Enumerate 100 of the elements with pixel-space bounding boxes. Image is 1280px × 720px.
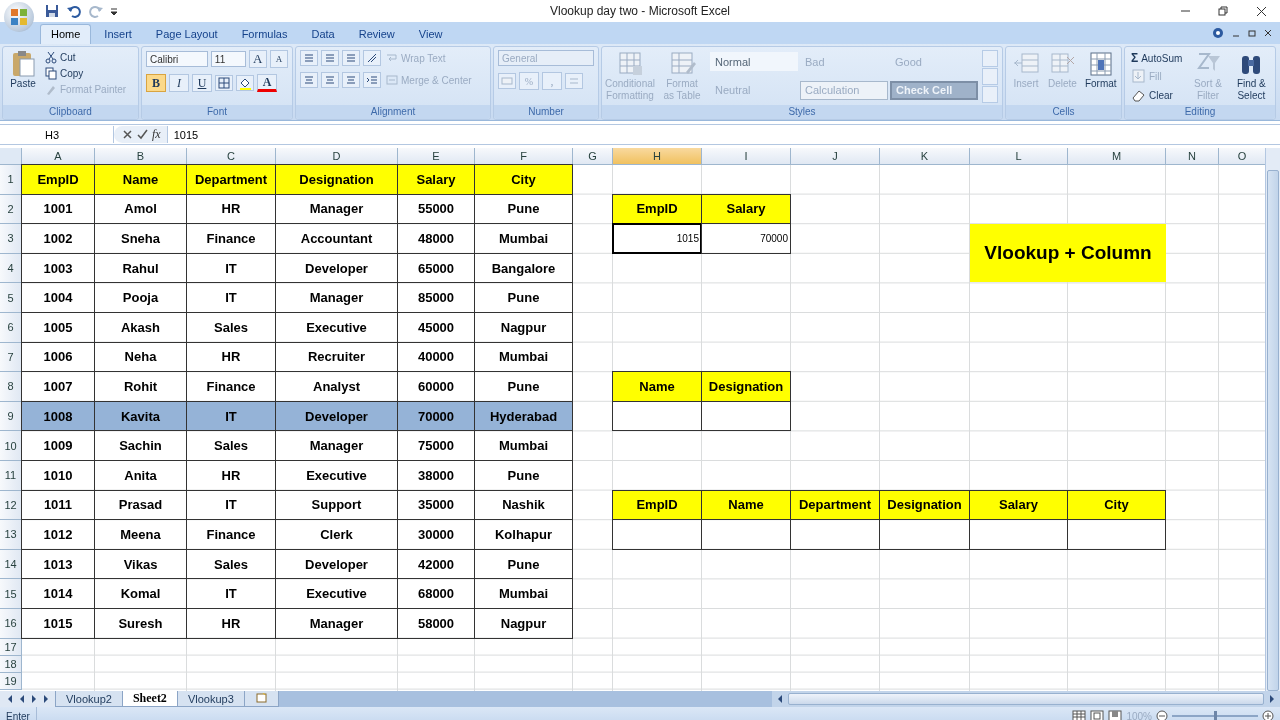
column-header[interactable]: H [613, 148, 702, 165]
table-cell[interactable]: Kavita [94, 400, 187, 432]
input-cell[interactable] [1067, 519, 1166, 550]
row-header[interactable]: 12 [0, 490, 22, 521]
grow-font-button[interactable]: A [248, 50, 267, 68]
table-cell[interactable]: Developer [275, 400, 398, 432]
formula-field[interactable]: 1015 [167, 128, 1280, 141]
row-header[interactable]: 6 [0, 312, 22, 343]
align-lines-icon [345, 74, 357, 86]
ribbon-tab[interactable]: Data [300, 24, 346, 44]
zoom-slider[interactable] [1172, 711, 1258, 720]
insert-function-button[interactable]: fx [152, 127, 161, 142]
column-header[interactable]: K [880, 148, 970, 165]
table-cell[interactable]: Nagpur [474, 607, 573, 639]
column-header[interactable]: J [791, 148, 880, 165]
paste-button[interactable]: Paste [7, 50, 39, 105]
name-box[interactable]: H3 [0, 126, 114, 143]
copy-button[interactable]: Copy [43, 66, 129, 81]
row-header[interactable]: 14 [0, 549, 22, 580]
column-header[interactable]: M [1068, 148, 1166, 165]
right-arrow-icon[interactable] [1268, 694, 1276, 704]
gallery-scroll[interactable] [982, 50, 998, 105]
header-cell[interactable]: Designation [701, 371, 791, 402]
font-size-field[interactable]: 11 [210, 51, 246, 67]
table-cell[interactable]: 1008 [21, 400, 95, 432]
sheet-tab[interactable]: Vlookup3 [176, 691, 245, 707]
column-header[interactable]: N [1166, 148, 1219, 165]
row-header[interactable]: 5 [0, 283, 22, 313]
row-header[interactable]: 7 [0, 342, 22, 373]
input-cell[interactable] [612, 400, 702, 432]
vertical-scrollbar[interactable] [1265, 148, 1280, 691]
ribbon-tab[interactable]: Insert [93, 24, 143, 44]
slider-thumb[interactable] [1214, 711, 1217, 720]
ribbon-tab[interactable]: Review [347, 24, 406, 44]
ribbon-tab[interactable]: Page Layout [144, 24, 229, 44]
row-header[interactable]: 11 [0, 460, 22, 491]
ribbon-tab[interactable]: Home [40, 24, 92, 44]
cut-button[interactable]: Cut [43, 50, 129, 65]
header-cell[interactable]: Department [186, 164, 276, 195]
column-header[interactable]: I [702, 148, 791, 165]
header-cell[interactable]: Name [612, 371, 702, 402]
header-cell[interactable]: Salary [397, 164, 475, 195]
align-button[interactable] [321, 72, 339, 88]
column-header[interactable]: G [573, 148, 613, 165]
table-cell[interactable]: Hyderabad [474, 400, 573, 432]
clear-button[interactable]: Clear [1129, 86, 1185, 104]
select-all-button[interactable] [0, 148, 22, 165]
table-cell[interactable]: 70000 [701, 223, 791, 254]
sheet-tab[interactable]: Vlookup2 [55, 691, 123, 707]
column-header[interactable]: O [1219, 148, 1265, 165]
underline-button[interactable]: U [192, 74, 212, 92]
table-cell[interactable]: 1015 [21, 607, 95, 639]
row-header[interactable]: 3 [0, 224, 22, 254]
zoom-in-icon [1262, 710, 1274, 720]
header-cell[interactable]: EmpID [21, 164, 95, 195]
table-cell[interactable]: 1015 [612, 223, 702, 254]
left-arrow-icon[interactable] [776, 694, 784, 704]
input-cell[interactable] [612, 519, 702, 550]
font-name-field[interactable]: Calibri [146, 51, 208, 67]
header-cell[interactable]: Designation [275, 164, 398, 195]
sheet-tab[interactable]: Sheet2 [121, 691, 178, 707]
row-header[interactable]: 13 [0, 520, 22, 550]
borders-button[interactable] [215, 75, 233, 91]
ribbon-tab[interactable]: Formulas [230, 24, 299, 44]
font-color-button[interactable]: A [257, 74, 277, 92]
row-header[interactable]: 2 [0, 194, 22, 225]
merge-icon [386, 74, 398, 86]
header-cell[interactable]: City [474, 164, 573, 195]
input-cell[interactable] [701, 400, 791, 432]
format-button[interactable]: Format [1082, 50, 1119, 105]
row-header[interactable]: 10 [0, 431, 22, 461]
new-sheet-button[interactable] [243, 691, 279, 707]
align-button[interactable] [342, 72, 360, 88]
align-button[interactable] [300, 72, 318, 88]
cell-style-option[interactable]: Normal [710, 52, 798, 71]
find-select-button[interactable]: Find & Select [1231, 50, 1271, 105]
shrink-font-button[interactable]: A [269, 50, 288, 68]
align-button[interactable] [321, 50, 339, 66]
row-header[interactable]: 16 [0, 608, 22, 639]
bold-button[interactable]: B [146, 74, 166, 92]
autosum-button[interactable]: Σ AutoSum [1129, 50, 1185, 66]
header-cell[interactable]: Name [94, 164, 187, 195]
restore-icon [1217, 6, 1229, 16]
row-header[interactable]: 15 [0, 579, 22, 609]
horizontal-scrollbar[interactable] [772, 691, 1280, 707]
row-header[interactable]: 9 [0, 401, 22, 432]
indent-button[interactable] [363, 72, 381, 88]
column-header[interactable]: L [970, 148, 1068, 165]
office-button[interactable] [4, 2, 34, 32]
row-header[interactable]: 4 [0, 253, 22, 284]
align-button[interactable] [300, 50, 318, 66]
fill-color-button[interactable] [236, 75, 254, 91]
table-cell[interactable]: IT [186, 400, 276, 432]
ribbon-tab[interactable]: View [407, 24, 454, 44]
table-cell[interactable]: 70000 [397, 400, 475, 432]
row-header[interactable]: 1 [0, 165, 22, 195]
italic-button[interactable]: I [169, 74, 189, 92]
group-label: Clipboard [3, 105, 138, 119]
orientation-button[interactable] [363, 50, 381, 66]
row-header[interactable]: 8 [0, 372, 22, 402]
